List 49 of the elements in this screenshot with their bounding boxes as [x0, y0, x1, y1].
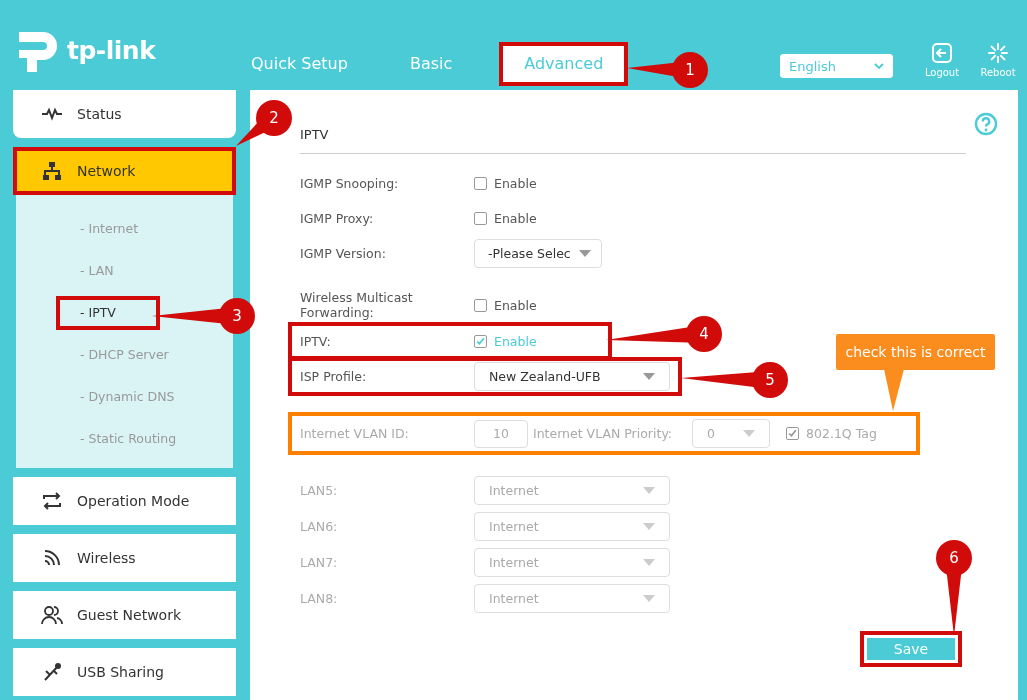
network-icon	[41, 160, 63, 182]
nav-tab[interactable]: Basic	[384, 42, 478, 86]
submenu-item[interactable]: - Static Routing	[56, 422, 201, 456]
field-label: Internet VLAN ID:	[300, 426, 410, 441]
submenu-item[interactable]: - Internet	[56, 212, 163, 246]
enable-checkbox[interactable]: Enable	[474, 297, 537, 313]
callout-number: 1	[672, 52, 708, 88]
field-label: IGMP Snooping:	[300, 175, 400, 191]
field-label: LAN7:	[300, 555, 339, 570]
field-label: Internet VLAN Priority:	[533, 426, 673, 441]
submenu-item[interactable]: - IPTV	[56, 296, 160, 330]
field-label: LAN6:	[300, 519, 339, 534]
field-label: IGMP Version:	[300, 246, 387, 261]
field-label: LAN5:	[300, 483, 339, 498]
enable-checkbox[interactable]: Enable	[474, 210, 537, 226]
logout-button[interactable]: Logout	[921, 42, 963, 78]
nav-tab[interactable]: Advanced	[499, 42, 629, 86]
brand-name: tp-link	[67, 36, 156, 65]
field-label: LAN8:	[300, 591, 339, 606]
sidebar-item[interactable]: Operation Mode	[13, 477, 236, 525]
note-pointer	[884, 369, 904, 411]
sidebar-item[interactable]: Guest Network	[13, 591, 236, 639]
field-label: ISP Profile:	[300, 369, 368, 384]
help-icon[interactable]	[974, 112, 998, 136]
sidebar-item[interactable]: USB Sharing	[13, 648, 236, 696]
submenu-item[interactable]: - LAN	[56, 254, 138, 288]
sunburst-icon	[987, 42, 1009, 64]
logout-icon	[931, 42, 953, 64]
sidebar-item[interactable]: Wireless	[13, 534, 236, 582]
submenu-item[interactable]: - DHCP Server	[56, 338, 193, 372]
checkmark-icon	[475, 335, 486, 347]
field-label: Wireless Multicast Forwarding:	[300, 290, 414, 320]
checkmark-icon	[787, 428, 799, 439]
submenu-item[interactable]: - Dynamic DNS	[56, 380, 199, 414]
enable-checkbox[interactable]: Enable	[474, 175, 537, 191]
guest-icon	[41, 604, 63, 626]
section-title: IPTV	[300, 127, 329, 142]
reboot-button[interactable]: Reboot	[977, 42, 1019, 78]
language-select[interactable]: English	[780, 54, 893, 78]
field-label: IPTV:	[300, 333, 332, 349]
dropdown[interactable]: New Zealand-UFB	[474, 362, 670, 391]
enable-checkbox[interactable]: Enable	[474, 333, 537, 349]
nav-tab[interactable]: Quick Setup	[226, 42, 373, 86]
sidebar-item[interactable]: Network	[13, 147, 236, 195]
chevron-icon	[874, 63, 884, 69]
field-label: IGMP Proxy:	[300, 210, 375, 226]
sidebar-item[interactable]: Status	[13, 90, 236, 138]
dropdown[interactable]: -Please Selec	[474, 239, 602, 268]
save-button[interactable]: Save	[860, 631, 962, 667]
